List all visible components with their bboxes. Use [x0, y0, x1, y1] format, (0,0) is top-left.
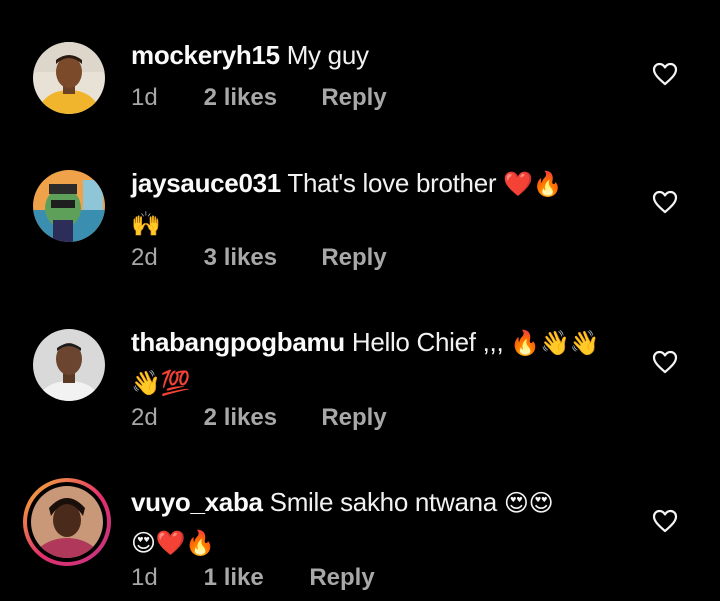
comment-emojis-line2: 👋💯: [131, 370, 191, 397]
heart-outline-icon[interactable]: [652, 350, 678, 374]
story-ring: [27, 482, 107, 562]
comment-time: 1d: [131, 84, 158, 111]
avatar: [31, 486, 103, 558]
comment-text: Smile sakho ntwana: [269, 487, 498, 517]
avatar-story-ring[interactable]: [23, 478, 111, 566]
comment-time: 2d: [131, 404, 158, 431]
comment-username[interactable]: jaysauce031: [131, 168, 281, 198]
avatar[interactable]: [33, 329, 105, 401]
comment-emojis-line2: 🙌: [131, 211, 161, 238]
comment-emojis: ❤️🔥: [503, 171, 563, 198]
comment-likes[interactable]: 3 likes: [204, 244, 315, 272]
reply-button[interactable]: Reply: [321, 404, 386, 432]
comment-emojis-line2: 😍❤️🔥: [131, 530, 215, 557]
comment-time: 2d: [131, 244, 158, 271]
reply-button[interactable]: Reply: [309, 564, 374, 592]
comment-likes[interactable]: 1 like: [204, 564, 303, 592]
heart-outline-icon[interactable]: [652, 190, 678, 214]
reply-button[interactable]: Reply: [321, 84, 386, 112]
comment-emojis: 🔥👋👋: [510, 330, 600, 357]
heart-outline-icon[interactable]: [652, 62, 678, 86]
comment-username[interactable]: thabangpogbamu: [131, 327, 345, 357]
comment-text: That's love brother: [287, 168, 497, 198]
comment-username[interactable]: vuyo_xaba: [131, 487, 263, 517]
comment-emojis: 😍😍: [503, 490, 554, 517]
comment-username[interactable]: mockeryh15: [131, 40, 280, 70]
comment-likes[interactable]: 2 likes: [204, 84, 315, 112]
heart-outline-icon[interactable]: [652, 509, 678, 533]
comment-time: 1d: [131, 564, 158, 591]
reply-button[interactable]: Reply: [321, 244, 386, 272]
avatar[interactable]: [33, 170, 105, 242]
comment-text: Hello Chief ,,,: [351, 327, 504, 357]
comment-text: My guy: [286, 40, 369, 70]
avatar[interactable]: [33, 42, 105, 114]
comment-likes[interactable]: 2 likes: [204, 404, 315, 432]
